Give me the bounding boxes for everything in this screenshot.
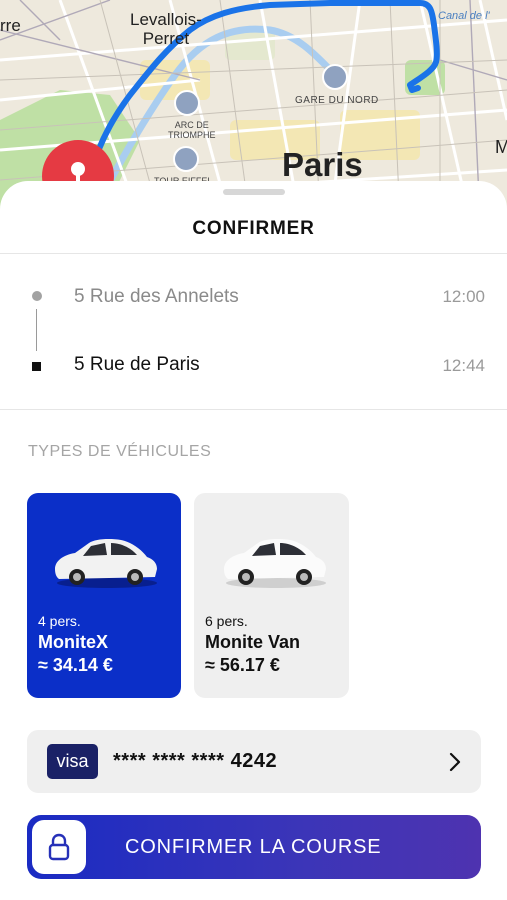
- confirm-ride-button[interactable]: CONFIRMER LA COURSE: [27, 815, 481, 879]
- vehicle-price: ≈ 56.17 €: [205, 655, 280, 675]
- sheet-drag-handle[interactable]: [223, 189, 285, 195]
- map-label-arc-de-triomphe: ARC DE TRIOMPHE: [168, 120, 216, 140]
- map-label-partial-left: rre: [0, 16, 21, 35]
- destination-square-icon: [32, 362, 41, 371]
- confirm-ride-label: CONFIRMER LA COURSE: [125, 836, 382, 858]
- confirm-sheet: CONFIRMER 5 Rue des Annelets 12:00 5 Rue…: [0, 181, 507, 900]
- sheet-title: CONFIRMER: [192, 218, 315, 239]
- map-label-gare-du-nord: GARE DU NORD: [295, 95, 379, 106]
- lock-icon: [48, 833, 70, 861]
- arc-de-triomphe-icon[interactable]: [174, 90, 200, 116]
- lock-badge: [32, 820, 86, 874]
- payment-method-row[interactable]: visa **** **** **** 4242: [27, 730, 481, 793]
- vehicle-types-heading: TYPES DE VÉHICULES: [28, 443, 212, 460]
- origin-time: 12:00: [442, 287, 485, 306]
- vehicle-price: ≈ 34.14 €: [38, 655, 113, 675]
- destination-time: 12:44: [442, 356, 485, 375]
- map-label-levallois: Levallois- Perret: [130, 10, 202, 48]
- map-label-paris: Paris: [282, 146, 363, 183]
- origin-address[interactable]: 5 Rue des Annelets: [74, 286, 239, 308]
- map-label-canal: Canal de l': [438, 10, 490, 22]
- vehicle-card-monite-van[interactable]: 6 pers. Monite Van ≈ 56.17 €: [194, 493, 349, 698]
- map-label-partial-right: M: [495, 137, 507, 157]
- car-icon: [55, 539, 157, 588]
- visa-logo-icon: visa: [47, 744, 98, 779]
- origin-dot-icon: [32, 291, 42, 301]
- vehicle-card-monitex[interactable]: 4 pers. MoniteX ≈ 34.14 €: [27, 493, 181, 698]
- route-connector: [36, 309, 37, 351]
- gare-du-nord-icon[interactable]: [322, 64, 348, 90]
- vehicle-name: MoniteX: [38, 632, 108, 652]
- car-icon: [224, 539, 326, 588]
- card-number: **** **** **** 4242: [113, 750, 278, 772]
- vehicle-name: Monite Van: [205, 632, 301, 652]
- chevron-right-icon: [449, 752, 461, 772]
- tour-eiffel-icon[interactable]: [173, 146, 199, 172]
- divider: [0, 409, 507, 410]
- destination-address[interactable]: 5 Rue de Paris: [74, 354, 200, 376]
- vehicle-capacity: 4 pers.: [38, 613, 81, 629]
- divider: [0, 253, 507, 254]
- vehicle-capacity: 6 pers.: [205, 613, 248, 629]
